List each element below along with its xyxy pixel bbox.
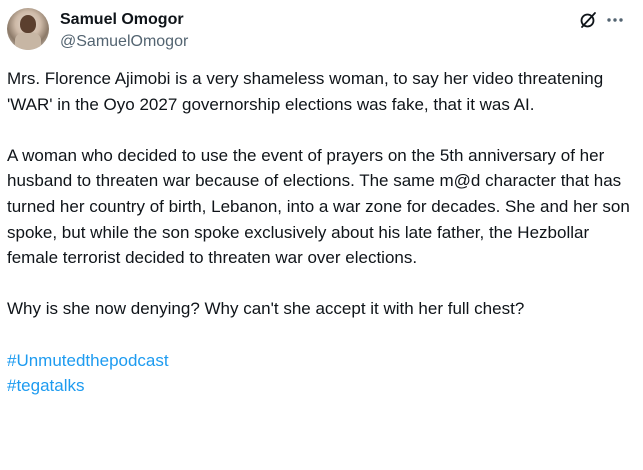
tweet-paragraph: Why is she now denying? Why can't she ac… [7, 299, 525, 319]
hashtag-link[interactable]: #tegatalks [7, 373, 637, 399]
avatar[interactable] [7, 8, 49, 50]
author-handle[interactable]: @SamuelOmogor [60, 32, 188, 52]
hashtag-link[interactable]: #Unmutedthepodcast [7, 348, 637, 374]
tweet-card: Samuel Omogor @SamuelOmogor Mrs. Florenc… [0, 0, 643, 470]
avatar-figure-body [15, 32, 41, 50]
author-display-name[interactable]: Samuel Omogor [60, 10, 184, 30]
tweet-paragraph: Mrs. Florence Ajimobi is a very shameles… [7, 69, 604, 114]
tweet-paragraph: A woman who decided to use the event of … [7, 145, 630, 268]
tweet-text: Mrs. Florence Ajimobi is a very shameles… [7, 66, 637, 399]
more-options-icon[interactable] [605, 10, 625, 30]
avatar-figure-face [20, 15, 36, 33]
grok-icon[interactable] [578, 10, 598, 30]
